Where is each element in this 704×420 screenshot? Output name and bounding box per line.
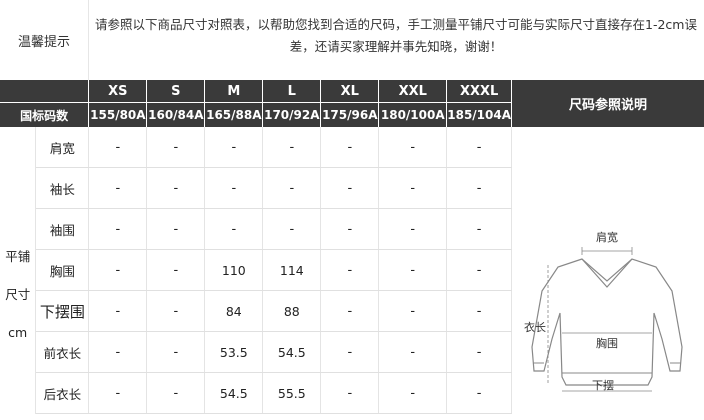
measure-name: 袖围 [35, 208, 90, 250]
size-xxl: XXL [378, 80, 448, 103]
cell-value: 54.5 [204, 372, 264, 414]
group-label-line: 尺寸 [5, 287, 31, 303]
cell-value: - [378, 167, 448, 209]
cell-value: - [320, 208, 380, 250]
hem-label: 下摆 [592, 379, 615, 392]
cell-value: - [446, 249, 513, 291]
cell-value: - [146, 331, 206, 373]
national-code: 175/96A [320, 102, 380, 127]
cell-value: - [146, 290, 206, 332]
cell-value: 55.5 [262, 372, 322, 414]
measure-name: 袖长 [35, 167, 90, 209]
size-xl: XL [320, 80, 380, 103]
cell-value: - [378, 290, 448, 332]
chest-label: 胸围 [596, 336, 618, 350]
size-chart: XS S M L XL XXL XXXL 尺码参照说明 国标码数 155/80A… [0, 80, 704, 414]
sweater-diagram: 肩宽 衣长 胸围 [524, 230, 683, 392]
cell-value: - [446, 372, 513, 414]
measure-name: 后衣长 [35, 372, 90, 414]
national-label: 国标码数 [0, 102, 90, 127]
cell-value: 88 [262, 290, 322, 332]
size-xs: XS [88, 80, 148, 103]
cell-value: - [146, 127, 206, 168]
measure-name: 肩宽 [35, 127, 90, 168]
cell-value: - [378, 372, 448, 414]
cell-value: - [146, 249, 206, 291]
explain-header: 尺码参照说明 [511, 80, 704, 127]
cell-value: - [204, 127, 264, 168]
cell-value: 84 [204, 290, 264, 332]
cell-value: - [446, 208, 513, 250]
national-code: 185/104A [446, 102, 513, 127]
cell-value: - [446, 290, 513, 332]
cell-value: - [88, 249, 148, 291]
size-s: S [146, 80, 206, 103]
cell-value: - [88, 208, 148, 250]
size-l: L [262, 80, 322, 103]
shoulder-label: 肩宽 [596, 230, 618, 244]
measure-name: 下摆围 [35, 290, 90, 332]
cell-value: - [378, 208, 448, 250]
corner-cell [0, 80, 90, 103]
cell-value: - [88, 167, 148, 209]
cell-value: 114 [262, 249, 322, 291]
national-code: 155/80A [88, 102, 148, 127]
group-label: 平铺 尺寸 cm [0, 127, 37, 414]
national-code: 165/88A [204, 102, 264, 127]
size-table: XS S M L XL XXL XXXL 尺码参照说明 国标码数 155/80A… [0, 80, 704, 414]
cell-value: - [446, 167, 513, 209]
cell-value: - [204, 208, 264, 250]
notice-text: 请参照以下商品尺寸对照表，以帮助您找到合适的尺码，手工测量平铺尺寸可能与实际尺寸… [95, 17, 697, 54]
cell-value: - [320, 290, 380, 332]
cell-value: 110 [204, 249, 264, 291]
cell-value: - [146, 167, 206, 209]
cell-value: - [378, 127, 448, 168]
cell-value: - [378, 249, 448, 291]
cell-value: - [262, 127, 322, 168]
cell-value: - [262, 208, 322, 250]
cell-value: - [446, 331, 513, 373]
notice-banner: 温馨提示 请参照以下商品尺寸对照表，以帮助您找到合适的尺码，手工测量平铺尺寸可能… [0, 0, 704, 80]
cell-value: - [320, 167, 380, 209]
size-m: M [204, 80, 264, 103]
cell-value: - [320, 249, 380, 291]
cell-value: 54.5 [262, 331, 322, 373]
cell-value: - [320, 127, 380, 168]
size-header-row: XS S M L XL XXL XXXL 尺码参照说明 [0, 80, 704, 127]
cell-value: - [204, 167, 264, 209]
sweater-outline [531, 258, 683, 386]
national-code: 170/92A [262, 102, 322, 127]
cell-value: - [88, 331, 148, 373]
length-label: 衣长 [524, 320, 546, 334]
cell-value: - [378, 331, 448, 373]
group-label-line: cm [8, 325, 28, 341]
cell-value: 53.5 [204, 331, 264, 373]
national-code: 180/100A [378, 102, 448, 127]
cell-value: - [146, 372, 206, 414]
notice-label: 温馨提示 [0, 0, 89, 80]
cell-value: - [320, 331, 380, 373]
cell-value: - [88, 290, 148, 332]
national-code: 160/84A [146, 102, 206, 127]
table-row: 平铺 尺寸 cm 肩宽 - - - - - - - 肩宽 衣长 胸围 下摆 [0, 127, 704, 414]
cell-value: - [262, 167, 322, 209]
cell-value: - [88, 127, 148, 168]
size-diagram-cell: 肩宽 衣长 胸围 下摆 [512, 127, 704, 414]
group-label-line: 平铺 [5, 249, 31, 265]
measure-name: 胸围 [35, 249, 90, 291]
cell-value: - [88, 372, 148, 414]
cell-value: - [146, 208, 206, 250]
size-xxxl: XXXL [446, 80, 513, 103]
cell-value: - [446, 127, 513, 168]
cell-value: - [320, 372, 380, 414]
measure-name: 前衣长 [35, 331, 90, 373]
